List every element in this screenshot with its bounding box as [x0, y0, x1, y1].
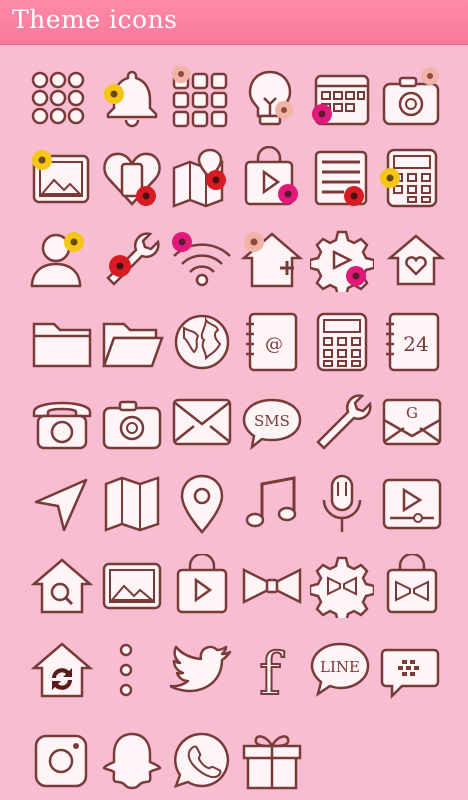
- sms-icon[interactable]: SMS: [240, 390, 304, 454]
- wrench-icon[interactable]: [100, 228, 164, 292]
- bag-bow-icon[interactable]: [380, 554, 444, 618]
- folder-icon[interactable]: [30, 310, 94, 374]
- map-icon[interactable]: [100, 472, 164, 536]
- home-heart-icon[interactable]: [384, 228, 448, 292]
- ghost-icon[interactable]: [100, 728, 164, 792]
- instagram-icon[interactable]: [30, 728, 94, 792]
- gear-bow-icon[interactable]: [310, 554, 374, 618]
- gift-icon[interactable]: [240, 728, 304, 792]
- app-header: Theme icons: [0, 0, 468, 44]
- phone-heart-icon[interactable]: [100, 146, 164, 210]
- wifi-icon[interactable]: [170, 228, 234, 292]
- home-search-icon[interactable]: [30, 554, 94, 618]
- play-store-icon[interactable]: [240, 146, 304, 210]
- gmail-icon[interactable]: G: [380, 390, 444, 454]
- gallery-icon[interactable]: [30, 146, 94, 210]
- calculator-icon[interactable]: [380, 146, 444, 210]
- camera-icon[interactable]: [380, 66, 444, 130]
- calendar-24-icon[interactable]: 24: [380, 310, 444, 374]
- email-book-icon[interactable]: @: [240, 310, 304, 374]
- settings-video-icon[interactable]: [310, 228, 374, 292]
- email-at-label: @: [265, 334, 283, 355]
- home-add-icon[interactable]: [240, 228, 304, 292]
- camera-plain-icon[interactable]: [100, 390, 164, 454]
- mail-icon[interactable]: [170, 390, 234, 454]
- calendar-day-label: 24: [403, 332, 428, 356]
- home-sync-icon[interactable]: [30, 638, 94, 702]
- line-icon[interactable]: LINE: [308, 638, 372, 702]
- apps-drawer-icon[interactable]: [26, 66, 90, 130]
- contact-icon[interactable]: [28, 228, 92, 292]
- picture-icon[interactable]: [100, 554, 164, 618]
- more-dots-icon[interactable]: [100, 638, 164, 702]
- flower-yellow: [104, 84, 124, 104]
- calculator-plain-icon[interactable]: [310, 310, 374, 374]
- page-title: Theme icons: [12, 5, 178, 34]
- video-player-icon[interactable]: [380, 472, 444, 536]
- facebook-icon[interactable]: f: [240, 638, 304, 702]
- whatsapp-icon[interactable]: [170, 728, 234, 792]
- location-pin-icon[interactable]: [170, 472, 234, 536]
- lightbulb-icon[interactable]: [238, 66, 302, 130]
- notes-icon[interactable]: [312, 146, 376, 210]
- ribbon-bow-icon[interactable]: [240, 554, 304, 618]
- map-pin-icon[interactable]: [170, 146, 234, 210]
- microphone-icon[interactable]: [310, 472, 374, 536]
- globe-icon[interactable]: [170, 310, 234, 374]
- bell-icon[interactable]: [100, 66, 164, 130]
- folder-open-icon[interactable]: [100, 310, 164, 374]
- bird-icon[interactable]: [170, 638, 234, 702]
- telephone-icon[interactable]: [30, 390, 94, 454]
- line-label: LINE: [320, 658, 360, 676]
- app-grid-icon[interactable]: [168, 66, 232, 130]
- facebook-label: f: [259, 640, 284, 702]
- wrench-plain-icon[interactable]: [310, 390, 374, 454]
- gmail-label: G: [406, 404, 418, 422]
- sms-label: SMS: [254, 412, 290, 430]
- calendar-icon[interactable]: [310, 66, 374, 130]
- icon-grid: @ 24 SMS G f LINE: [0, 44, 468, 800]
- navigation-arrow-icon[interactable]: [30, 472, 94, 536]
- messenger-icon[interactable]: [380, 638, 444, 702]
- music-note-icon[interactable]: [240, 472, 304, 536]
- play-bag-icon[interactable]: [170, 554, 234, 618]
